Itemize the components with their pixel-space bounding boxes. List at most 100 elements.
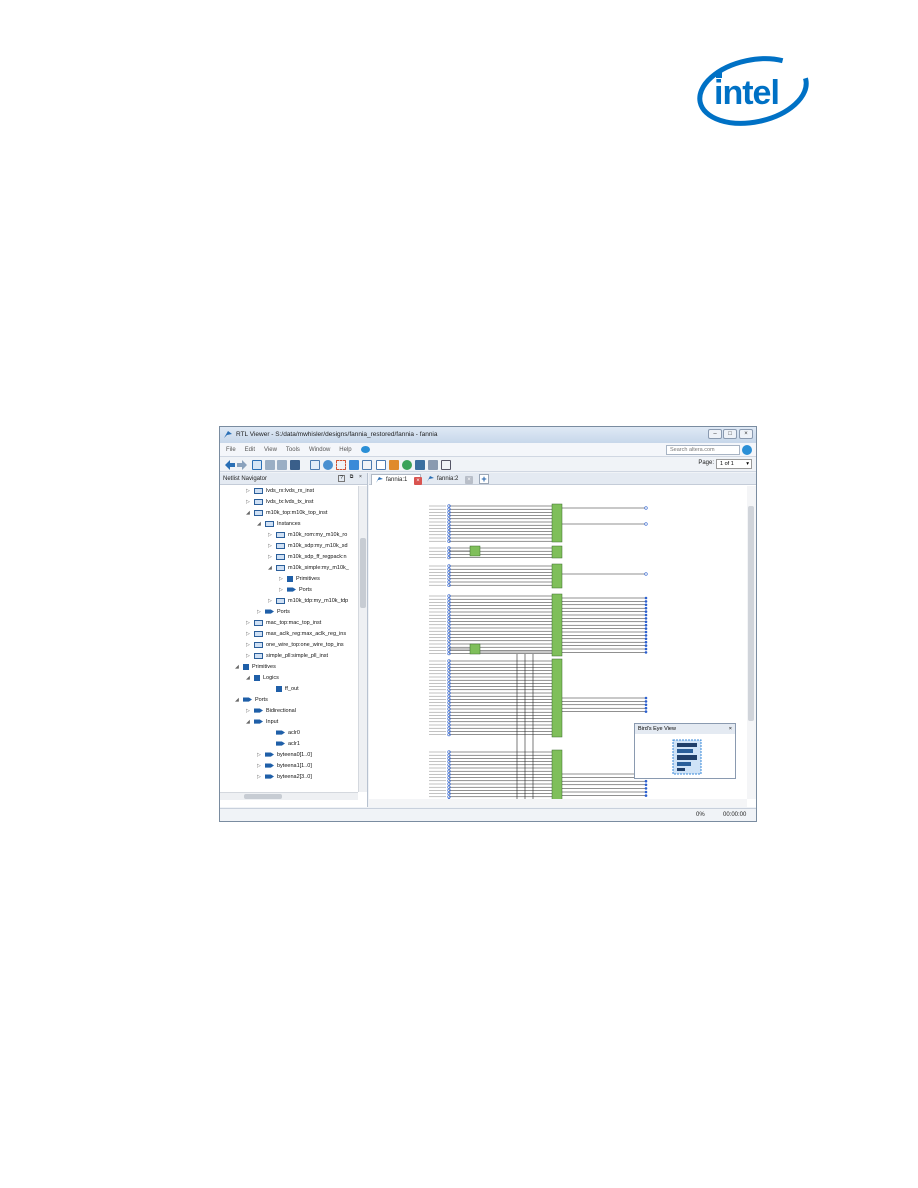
tree-item-label: Primitives <box>252 664 276 670</box>
close-button[interactable]: × <box>739 429 753 439</box>
chat-bubble-icon[interactable] <box>360 445 370 453</box>
help-icon[interactable] <box>742 445 752 455</box>
tab-fannia-1[interactable]: fannia:1 × <box>371 474 422 485</box>
search-input[interactable]: Search altera.com <box>666 445 740 455</box>
tree-item[interactable]: ▷ m10k_rom:my_m10k_ro <box>268 530 347 540</box>
collapsed-arrow-icon[interactable]: ▷ <box>268 596 276 606</box>
select-pointer-icon[interactable] <box>310 460 320 470</box>
tree-item[interactable]: ▷ m10k_tdp:my_m10k_tdp <box>268 596 348 606</box>
page-select[interactable]: 1 of 1 ▾ <box>716 459 752 469</box>
collapsed-arrow-icon[interactable]: ▷ <box>246 618 254 628</box>
collapsed-arrow-icon[interactable]: ▷ <box>268 541 276 551</box>
minimize-button[interactable]: – <box>708 429 722 439</box>
tree-item[interactable]: ◢ m10k_simple:my_m10k_ <box>268 563 349 573</box>
collapsed-arrow-icon[interactable]: ▷ <box>268 530 276 540</box>
collapsed-arrow-icon[interactable]: ▷ <box>246 640 254 650</box>
tree-item[interactable]: ▷ lvds_tx:lvds_tx_inst <box>246 497 313 507</box>
close-tab-icon[interactable]: × <box>414 477 422 485</box>
tree-item[interactable]: ▷ simple_pll:simple_pll_inst <box>246 651 328 661</box>
tree-item[interactable]: ▷ m10k_sdp_ff_regpack:n <box>268 552 347 562</box>
expanded-arrow-icon[interactable]: ◢ <box>246 717 254 727</box>
tree-item[interactable]: ▷ Ports <box>257 607 290 617</box>
close-panel-icon[interactable]: × <box>357 475 364 482</box>
tree-item[interactable]: ▷ byteena0[1..0] <box>257 750 312 760</box>
menu-item-help[interactable]: Help <box>339 447 351 453</box>
help-panel-icon[interactable]: ? <box>338 475 345 482</box>
menu-item-file[interactable]: File <box>226 447 236 453</box>
settings-icon[interactable] <box>402 460 412 470</box>
tree-item[interactable]: ▷ byteena1[1..0] <box>257 761 312 771</box>
collapsed-arrow-icon[interactable]: ▷ <box>246 486 254 496</box>
hierarchy-icon[interactable] <box>376 460 386 470</box>
tree-item[interactable]: aclr1 <box>268 739 300 749</box>
tree-item[interactable]: ◢ Primitives <box>235 662 276 672</box>
collapsed-arrow-icon[interactable]: ▷ <box>246 706 254 716</box>
close-icon[interactable]: × <box>729 724 732 734</box>
export-icon[interactable] <box>428 460 438 470</box>
expanded-arrow-icon[interactable]: ◢ <box>268 563 276 573</box>
schematic-vertical-scrollbar[interactable] <box>747 486 756 799</box>
detach-icon[interactable]: ⧉ <box>348 475 355 482</box>
netlist-tree[interactable]: ▷ lvds_rx:lvds_rx_inst ▷ lvds_tx:lvds_tx_in… <box>220 486 358 792</box>
zoom-icon[interactable] <box>323 460 333 470</box>
tree-item[interactable]: ▷ mac_top:mac_top_inst <box>246 618 321 628</box>
netlist-icon[interactable] <box>415 460 425 470</box>
highlight-icon[interactable] <box>389 460 399 470</box>
collapsed-arrow-icon[interactable]: ▷ <box>246 651 254 661</box>
birds-eye-view-panel: Bird's Eye View × <box>634 723 736 779</box>
tree-item[interactable]: ◢ Logics <box>246 673 279 683</box>
binoculars-icon[interactable] <box>290 460 300 470</box>
navigator-vertical-scrollbar[interactable] <box>358 486 367 792</box>
collapsed-arrow-icon[interactable]: ▷ <box>268 552 276 562</box>
tree-item[interactable]: ◢ Input <box>246 717 278 727</box>
collapsed-arrow-icon[interactable]: ▷ <box>257 772 265 782</box>
birds-eye-thumbnail[interactable] <box>635 734 735 778</box>
schematic-horizontal-scrollbar[interactable] <box>369 799 747 807</box>
expanded-arrow-icon[interactable]: ◢ <box>257 519 265 529</box>
tree-item[interactable]: aclr0 <box>268 728 300 738</box>
close-tab-icon[interactable]: × <box>465 476 473 484</box>
menu-item-tools[interactable]: Tools <box>286 447 300 453</box>
logic-block <box>551 503 563 543</box>
add-tab-button[interactable]: + <box>479 474 489 484</box>
tab-fannia-2[interactable]: fannia:2 × <box>423 474 475 485</box>
collapsed-arrow-icon[interactable]: ▷ <box>246 629 254 639</box>
tree-item[interactable]: ◢ m10k_top:m10k_top_inst <box>246 508 327 518</box>
collapsed-arrow-icon[interactable]: ▷ <box>279 585 287 595</box>
tree-item[interactable]: ▷ m10k_sdp:my_m10k_sd <box>268 541 348 551</box>
collapsed-arrow-icon[interactable]: ▷ <box>257 607 265 617</box>
rubberband-icon[interactable] <box>362 460 372 470</box>
navigator-horizontal-scrollbar[interactable] <box>220 792 358 800</box>
collapse-icon[interactable] <box>277 460 287 470</box>
tree-item[interactable]: ▷ byteena2[3..0] <box>257 772 312 782</box>
fit-window-icon[interactable] <box>336 460 346 470</box>
hand-pan-icon[interactable] <box>349 460 359 470</box>
tree-item[interactable]: ▷ lvds_rx:lvds_rx_inst <box>246 486 314 496</box>
collapsed-arrow-icon[interactable]: ▷ <box>257 761 265 771</box>
expanded-arrow-icon[interactable]: ◢ <box>235 695 243 705</box>
expand-icon[interactable] <box>265 460 275 470</box>
expanded-arrow-icon[interactable]: ◢ <box>246 673 254 683</box>
tree-item[interactable]: ▷ max_aclk_reg:max_aclk_reg_ins <box>246 629 346 639</box>
menu-item-view[interactable]: View <box>264 447 277 453</box>
menu-item-window[interactable]: Window <box>309 447 330 453</box>
expanded-arrow-icon[interactable]: ◢ <box>235 662 243 672</box>
instance-icon <box>276 597 285 604</box>
expanded-arrow-icon[interactable]: ◢ <box>246 508 254 518</box>
print-icon[interactable] <box>441 460 451 470</box>
tree-item[interactable]: ▷ Ports <box>279 585 312 595</box>
back-icon[interactable] <box>225 460 235 470</box>
tree-item[interactable]: ff_out <box>268 684 299 694</box>
maximize-button[interactable]: □ <box>723 429 737 439</box>
menu-item-edit[interactable]: Edit <box>245 447 255 453</box>
collapsed-arrow-icon[interactable]: ▷ <box>257 750 265 760</box>
tree-item[interactable]: ▷ Bidirectional <box>246 706 296 716</box>
refresh-icon[interactable] <box>252 460 262 470</box>
tree-item[interactable]: ▷ one_wire_top:one_wire_top_ins <box>246 640 344 650</box>
tree-item[interactable]: ▷ Primitives <box>279 574 320 584</box>
collapsed-arrow-icon[interactable]: ▷ <box>246 497 254 507</box>
tree-item[interactable]: ◢ Instances <box>257 519 301 529</box>
forward-icon[interactable] <box>237 460 247 470</box>
collapsed-arrow-icon[interactable]: ▷ <box>279 574 287 584</box>
tree-item[interactable]: ◢ Ports <box>235 695 268 705</box>
